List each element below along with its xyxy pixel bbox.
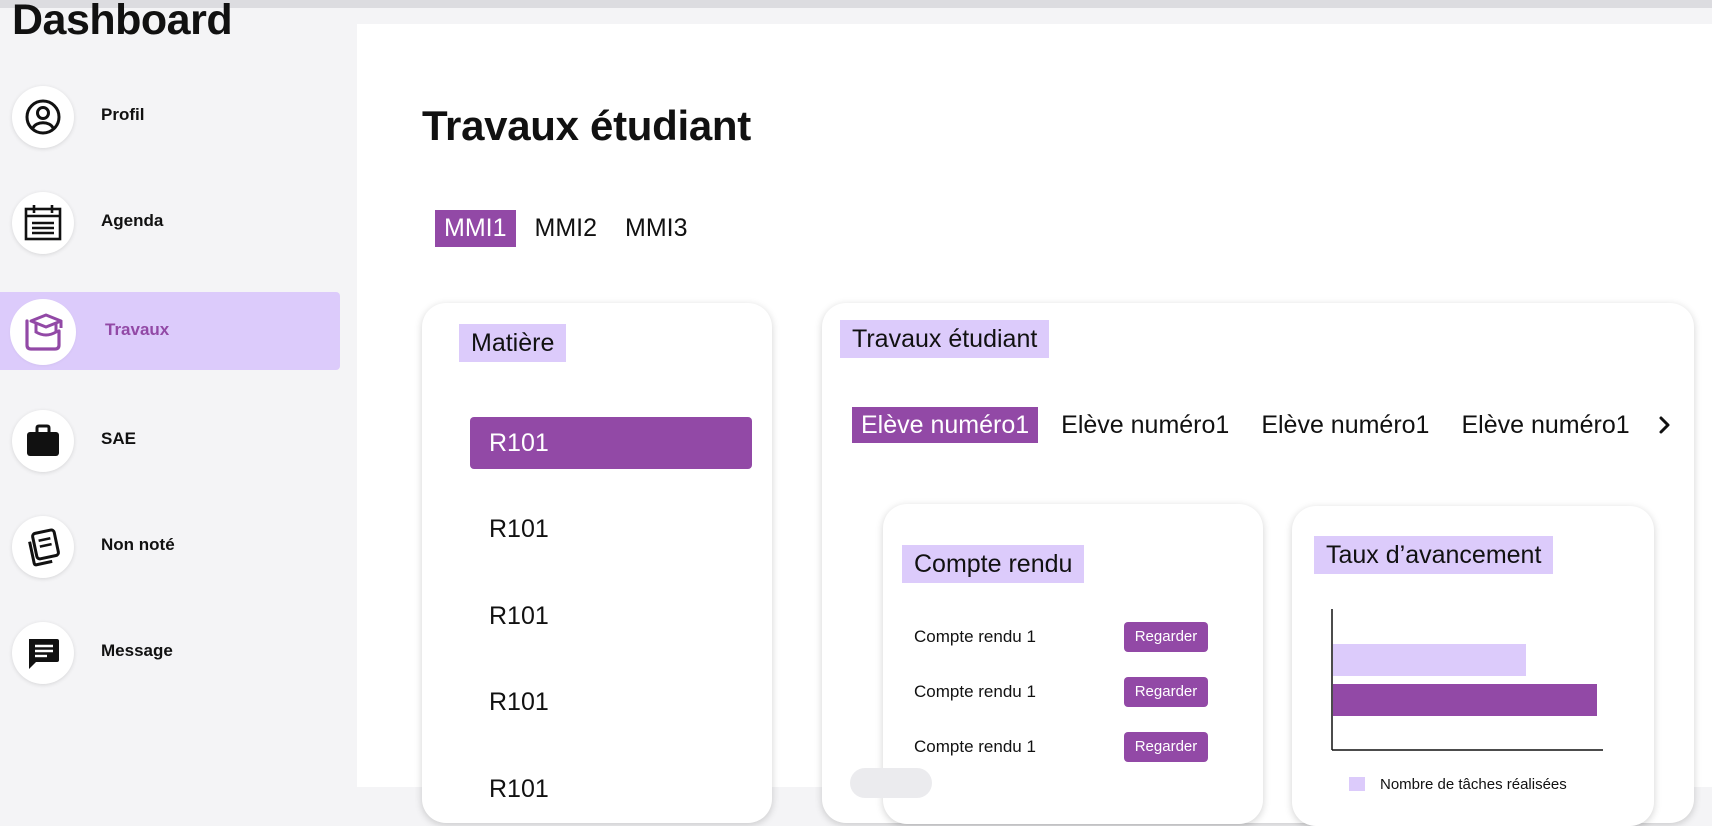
briefcase-icon — [12, 410, 74, 472]
progress-chart: Nombre de tâches réalisées — [1331, 609, 1603, 793]
student-tabs: Elève numéro1 Elève numéro1 Elève numéro… — [852, 407, 1677, 443]
sidebar-item-label: Agenda — [101, 211, 164, 230]
chevron-right-icon[interactable] — [1653, 410, 1677, 440]
chart-bar — [1333, 644, 1526, 676]
sidebar-item-message[interactable]: Message — [0, 613, 340, 691]
calendar-icon — [12, 192, 74, 254]
student-tab[interactable]: Elève numéro1 — [1452, 407, 1638, 443]
tab-mmi1[interactable]: MMI1 — [435, 210, 516, 247]
report-row: Compte rendu 1 Regarder — [914, 675, 1224, 709]
subject-item[interactable]: R101 — [470, 590, 752, 642]
graduation-cap-icon — [12, 301, 74, 363]
class-tabs: MMI1 MMI2 MMI3 — [435, 210, 697, 247]
sidebar-item-travaux[interactable]: Travaux — [0, 292, 340, 370]
report-row: Compte rendu 1 Regarder — [914, 620, 1224, 654]
view-report-button[interactable]: Regarder — [1124, 732, 1208, 762]
chart-legend-swatch — [1349, 777, 1365, 791]
sidebar-item-profil[interactable]: Profil — [0, 77, 340, 155]
user-circle-icon — [12, 86, 74, 148]
student-tab[interactable]: Elève numéro1 — [852, 407, 1039, 443]
page-title: Travaux étudiant — [422, 102, 751, 149]
report-label: Compte rendu 1 — [914, 682, 1036, 701]
sidebar-item-label: SAE — [101, 429, 136, 448]
sidebar-item-label: Non noté — [101, 535, 175, 554]
subjects-panel-title: Matière — [459, 324, 567, 362]
student-tab[interactable]: Elève numéro1 — [1252, 407, 1438, 443]
tab-mmi3[interactable]: MMI3 — [616, 210, 697, 247]
sidebar-item-non-note[interactable]: Non noté — [0, 507, 340, 585]
main-content: Travaux étudiant MMI1 MMI2 MMI3 Matière … — [357, 24, 1712, 826]
reports-card-title: Compte rendu — [902, 545, 1085, 583]
sidebar-item-label: Travaux — [105, 320, 170, 339]
reports-card: Compte rendu Compte rendu 1 Regarder Com… — [883, 504, 1263, 824]
progress-card: Taux d’avancement Nombre de tâches réali… — [1292, 506, 1654, 826]
notes-icon — [12, 516, 74, 578]
message-icon — [12, 622, 74, 684]
subject-item[interactable]: R101 — [470, 503, 752, 555]
tab-mmi2[interactable]: MMI2 — [526, 210, 607, 247]
view-report-button[interactable]: Regarder — [1124, 622, 1208, 652]
student-tab[interactable]: Elève numéro1 — [1052, 407, 1238, 443]
report-row: Compte rendu 1 Regarder — [914, 730, 1224, 764]
student-work-panel-title: Travaux étudiant — [840, 320, 1050, 358]
subjects-panel: Matière R101 R101 R101 R101 R101 — [422, 303, 772, 823]
horizontal-scroll-handle[interactable] — [850, 768, 932, 798]
subject-item[interactable]: R101 — [470, 417, 752, 469]
sidebar-item-agenda[interactable]: Agenda — [0, 183, 340, 261]
app-title: Dashboard — [12, 0, 233, 44]
window-top-bar — [0, 0, 1712, 8]
sidebar-item-sae[interactable]: SAE — [0, 401, 340, 479]
chart-bar — [1333, 684, 1597, 716]
sidebar-item-label: Message — [101, 641, 173, 660]
sidebar-item-label: Profil — [101, 105, 145, 124]
chart-legend-label: Nombre de tâches réalisées — [1380, 776, 1567, 793]
subject-item[interactable]: R101 — [470, 676, 752, 728]
subject-item[interactable]: R101 — [470, 763, 752, 815]
report-label: Compte rendu 1 — [914, 627, 1036, 646]
view-report-button[interactable]: Regarder — [1124, 677, 1208, 707]
student-work-panel: Travaux étudiant Elève numéro1 Elève num… — [822, 303, 1694, 826]
report-label: Compte rendu 1 — [914, 737, 1036, 756]
